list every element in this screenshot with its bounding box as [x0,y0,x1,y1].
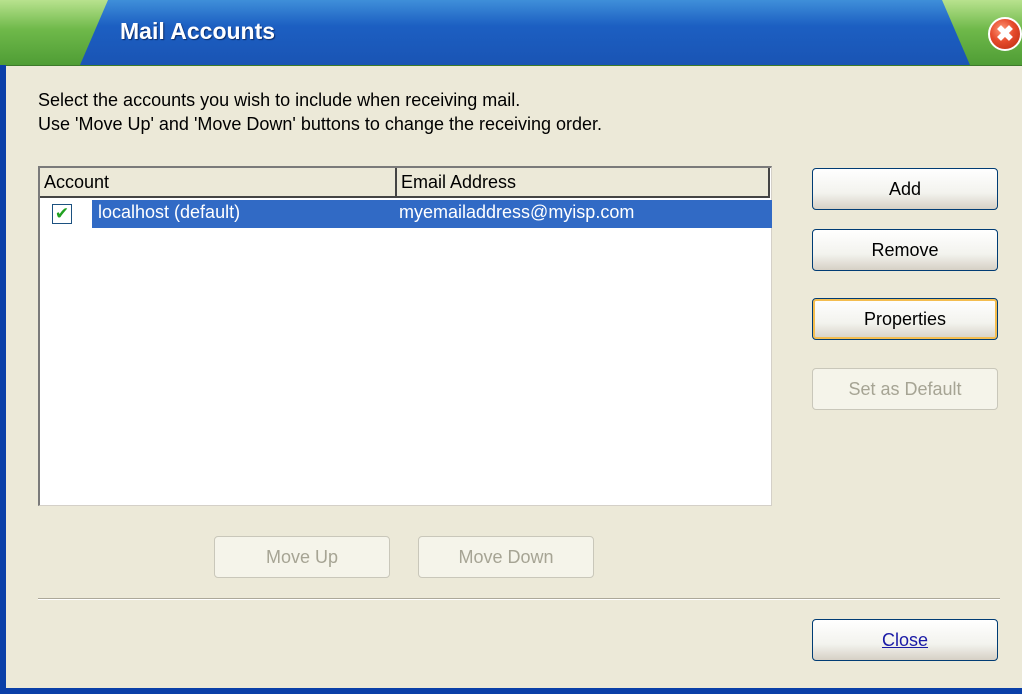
window-title: Mail Accounts [120,18,276,44]
move-down-button[interactable]: Move Down [418,536,594,578]
move-up-button-label: Move Up [265,547,339,567]
properties-button-label: Properties [863,309,947,329]
window-frame-bottom [0,688,1022,694]
set-as-default-button-label: Set as Default [848,379,962,399]
instructions-line-1: Select the accounts you wish to include … [38,90,521,110]
close-button-label: Close [881,630,929,650]
move-down-button-label: Move Down [458,547,554,567]
column-header-account[interactable]: Account [40,168,397,198]
list-header: Account Email Address [40,168,772,198]
add-button-label: Add [888,179,922,199]
email-address-cell: myemailaddress@myisp.com [399,202,635,222]
properties-button[interactable]: Properties [812,298,998,340]
account-name-cell: localhost (default) [98,202,241,222]
window-frame-left [0,65,6,694]
checkmark-icon: ✔ [54,204,70,224]
column-header-email[interactable]: Email Address [397,168,770,198]
close-icon[interactable]: ✖ [988,17,1022,51]
separator [38,598,1000,600]
set-as-default-button[interactable]: Set as Default [812,368,998,410]
accounts-list[interactable]: Account Email Address ✔ localhost (defau… [38,166,772,506]
remove-button[interactable]: Remove [812,229,998,271]
add-button[interactable]: Add [812,168,998,210]
title-bar: Mail Accounts ✖ [0,0,1022,66]
instructions-line-2: Use 'Move Up' and 'Move Down' buttons to… [38,114,603,134]
account-row[interactable]: ✔ localhost (default) myemailaddress@myi… [40,200,772,228]
account-checkbox[interactable]: ✔ [52,204,72,224]
close-button[interactable]: Close [812,619,998,661]
move-up-button[interactable]: Move Up [214,536,390,578]
remove-button-label: Remove [871,240,939,260]
instructions: Select the accounts you wish to include … [38,88,798,136]
